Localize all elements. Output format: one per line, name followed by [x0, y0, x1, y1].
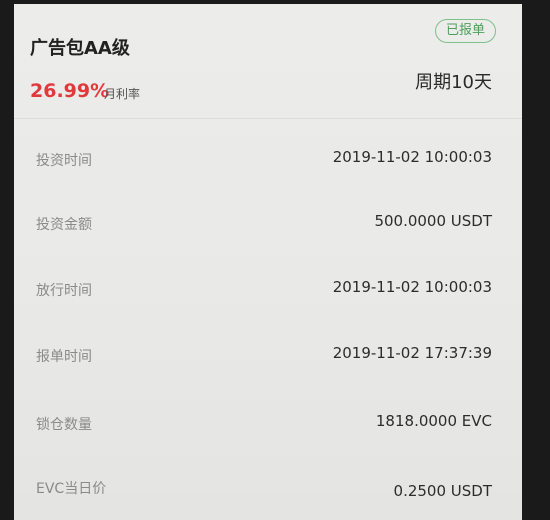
- investment-detail-card: 广告包AA级 已报单 26.99% 月利率 周期10天 投资时间 2019-11…: [14, 4, 522, 520]
- detail-value: 2019-11-02 10:00:03: [332, 148, 492, 166]
- detail-label: 投资金额: [36, 217, 92, 233]
- monthly-rate-label: 月利率: [104, 87, 141, 101]
- detail-label: EVC当日价: [36, 481, 107, 497]
- detail-label: 锁仓数量: [36, 417, 92, 433]
- detail-label: 报单时间: [36, 349, 92, 365]
- detail-row-evc-price: EVC当日价 0.2500 USDT: [14, 468, 522, 508]
- detail-label: 放行时间: [36, 283, 92, 299]
- detail-row-invest-time: 投资时间 2019-11-02 10:00:03: [14, 140, 522, 180]
- product-title: 广告包AA级: [30, 38, 130, 59]
- detail-row-locked-amount: 锁仓数量 1818.0000 EVC: [14, 404, 522, 444]
- detail-value: 0.2500 USDT: [393, 482, 492, 500]
- detail-label: 投资时间: [36, 153, 92, 169]
- monthly-rate-value: 26.99%: [30, 80, 110, 102]
- detail-value: 2019-11-02 17:37:39: [332, 344, 492, 362]
- detail-row-release-time: 放行时间 2019-11-02 10:00:03: [14, 270, 522, 310]
- status-badge: 已报单: [434, 19, 496, 43]
- divider: [14, 118, 522, 119]
- cycle-period: 周期10天: [415, 72, 492, 93]
- detail-row-invest-amount: 投资金额 500.0000 USDT: [14, 204, 522, 244]
- detail-value: 500.0000 USDT: [374, 212, 492, 230]
- detail-row-declare-time: 报单时间 2019-11-02 17:37:39: [14, 336, 522, 376]
- detail-value: 1818.0000 EVC: [375, 412, 492, 430]
- detail-value: 2019-11-02 10:00:03: [332, 278, 492, 296]
